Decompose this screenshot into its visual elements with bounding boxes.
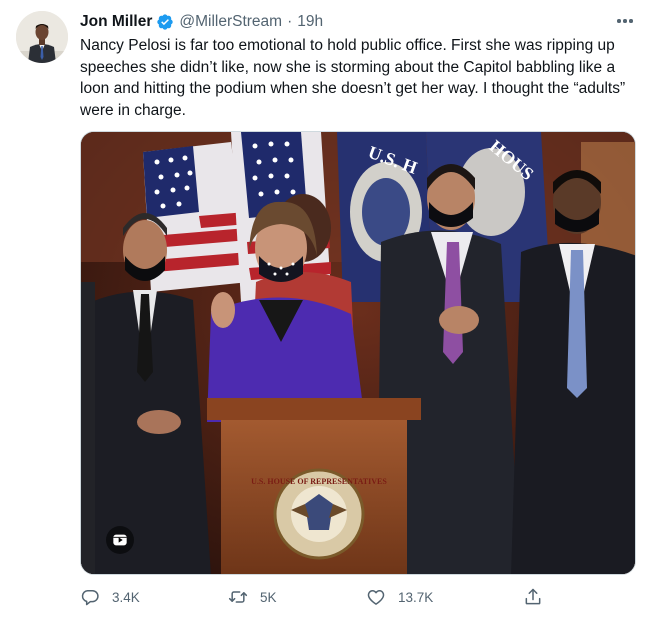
avatar-image	[16, 11, 68, 63]
more-icon	[616, 19, 634, 23]
retweet-icon	[228, 591, 248, 603]
video-badge-icon	[113, 534, 127, 546]
verified-icon	[157, 14, 174, 30]
seal-text: U.S. HOUSE OF REPRESENTATIVES	[251, 477, 387, 486]
share-icon	[525, 588, 541, 605]
like-button[interactable]: 13.7K	[366, 587, 433, 607]
tweet-header: Jon Miller @MillerStream · 19h	[80, 12, 323, 32]
separator-dot: ·	[287, 13, 293, 30]
retweet-count: 5K	[260, 589, 277, 605]
avatar[interactable]	[16, 11, 68, 63]
author-handle[interactable]: @MillerStream	[179, 13, 282, 31]
retweet-button[interactable]: 5K	[228, 587, 277, 607]
reply-count: 3.4K	[112, 589, 140, 605]
more-button[interactable]	[614, 10, 636, 32]
podium: U.S. HOUSE OF REPRESENTATIVES	[207, 398, 421, 574]
like-icon	[367, 590, 385, 605]
tweet-video[interactable]: U.S. H HOUS U.S. HOUSE OF REPRESENTATIVE…	[80, 131, 636, 575]
share-button[interactable]	[523, 587, 543, 607]
author-name[interactable]: Jon Miller	[80, 13, 152, 31]
action-bar: 3.4K 5K 13.7K	[80, 587, 550, 609]
video-badge	[106, 526, 134, 554]
like-count: 13.7K	[398, 589, 434, 605]
reply-icon	[81, 590, 99, 606]
tweet-time[interactable]: 19h	[297, 13, 323, 31]
tweet-text: Nancy Pelosi is far too emotional to hol…	[80, 37, 626, 119]
video-frame: U.S. H HOUS U.S. HOUSE OF REPRESENTATIVE…	[81, 132, 635, 574]
tweet[interactable]: Jon Miller @MillerStream · 19h Nancy Pel…	[0, 0, 652, 618]
reply-button[interactable]: 3.4K	[80, 587, 140, 607]
